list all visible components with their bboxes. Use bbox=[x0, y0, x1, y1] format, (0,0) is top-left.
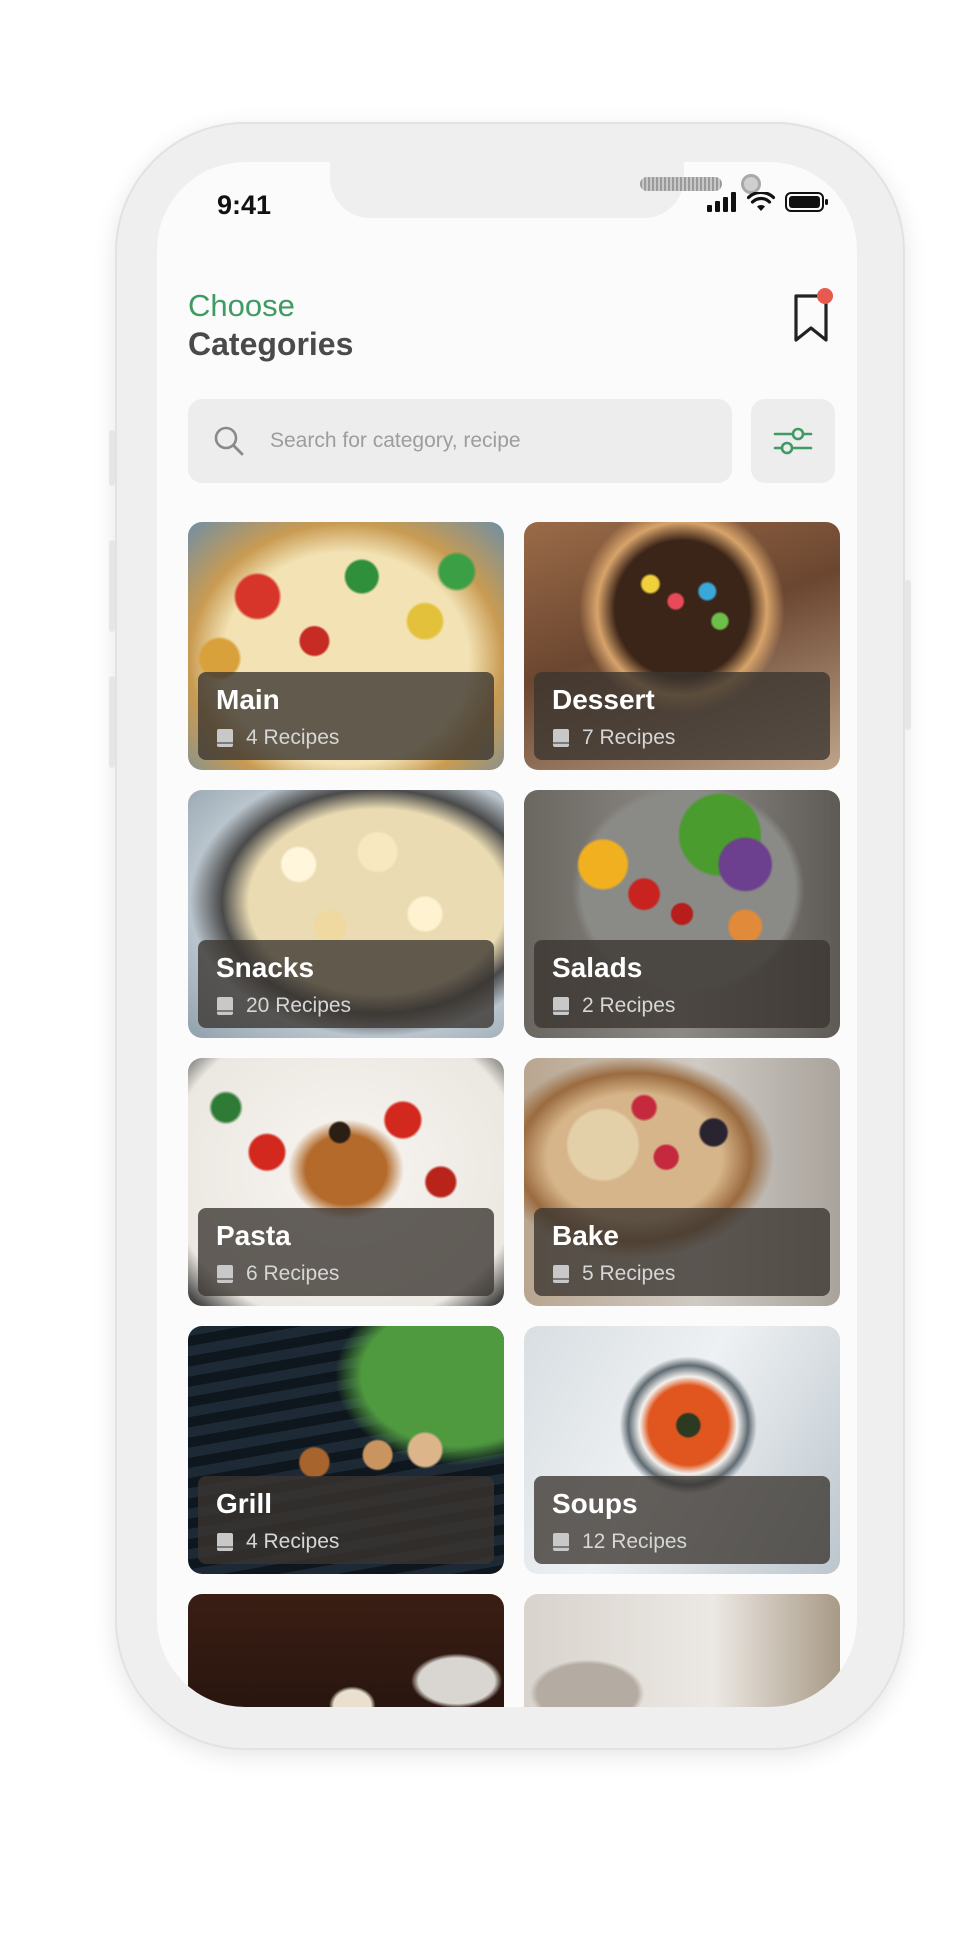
recipe-count: 20 Recipes bbox=[246, 994, 352, 1017]
category-card-pasta[interactable]: Pasta 6 Recipes bbox=[188, 1058, 504, 1306]
search-icon bbox=[214, 426, 244, 456]
category-name: Soups bbox=[552, 1488, 638, 1519]
page-title: Categories bbox=[188, 326, 354, 362]
mute-switch bbox=[109, 430, 115, 486]
book-icon bbox=[553, 1533, 569, 1551]
book-icon bbox=[217, 1533, 233, 1551]
notch bbox=[330, 162, 761, 218]
category-card-grill[interactable]: Grill 4 Recipes bbox=[188, 1326, 504, 1574]
book-icon bbox=[553, 729, 569, 747]
category-card-bake[interactable]: Bake 5 Recipes bbox=[524, 1058, 840, 1306]
card-overlay: Dessert 7 Recipes bbox=[534, 672, 830, 760]
card-overlay: Salads 2 Recipes bbox=[534, 940, 830, 1028]
search-input[interactable]: Search for category, recipe bbox=[270, 429, 521, 453]
app-screen: 9:41 Choose Categories Search for catego… bbox=[157, 162, 857, 1707]
recipe-count: 7 Recipes bbox=[582, 726, 676, 749]
cellular-signal-icon bbox=[707, 192, 736, 212]
card-overlay: Bake 5 Recipes bbox=[534, 1208, 830, 1296]
card-overlay: Main 4 Recipes bbox=[198, 672, 494, 760]
category-name: Snacks bbox=[216, 952, 315, 983]
book-icon bbox=[217, 729, 233, 747]
recipe-count: 12 Recipes bbox=[582, 1530, 688, 1553]
book-icon bbox=[553, 1265, 569, 1283]
status-icons bbox=[707, 192, 829, 212]
speaker-grille bbox=[640, 177, 722, 191]
book-icon bbox=[217, 1265, 233, 1283]
recipe-count: 4 Recipes bbox=[246, 1530, 340, 1553]
bookmarks-button[interactable] bbox=[791, 288, 833, 344]
book-icon bbox=[217, 997, 233, 1015]
category-card-dessert[interactable]: Dessert 7 Recipes bbox=[524, 522, 840, 770]
category-card-table[interactable] bbox=[524, 1594, 840, 1707]
front-camera bbox=[741, 174, 761, 194]
category-card-drinks[interactable] bbox=[188, 1594, 504, 1707]
sliders-icon bbox=[773, 427, 813, 455]
card-overlay: Soups 12 Recipes bbox=[534, 1476, 830, 1564]
recipe-count: 6 Recipes bbox=[246, 1262, 340, 1285]
search-bar[interactable]: Search for category, recipe bbox=[188, 399, 732, 483]
category-name: Main bbox=[216, 684, 280, 715]
category-card-snacks[interactable]: Snacks 20 Recipes bbox=[188, 790, 504, 1038]
volume-down-button bbox=[109, 676, 115, 768]
status-time: 9:41 bbox=[217, 190, 272, 220]
category-name: Grill bbox=[216, 1488, 273, 1519]
filter-button[interactable] bbox=[751, 399, 835, 483]
battery-icon bbox=[785, 192, 828, 212]
category-name: Pasta bbox=[216, 1220, 291, 1251]
category-card-main[interactable]: Main 4 Recipes bbox=[188, 522, 504, 770]
wifi-icon bbox=[747, 192, 775, 211]
category-card-salads[interactable]: Salads 2 Recipes bbox=[524, 790, 840, 1038]
power-button bbox=[905, 580, 911, 730]
table-photo bbox=[524, 1594, 840, 1707]
card-overlay: Snacks 20 Recipes bbox=[198, 940, 494, 1028]
drinks-photo bbox=[188, 1594, 504, 1707]
recipe-count: 4 Recipes bbox=[246, 726, 340, 749]
category-name: Bake bbox=[552, 1220, 619, 1251]
category-name: Salads bbox=[552, 952, 643, 983]
card-overlay: Pasta 6 Recipes bbox=[198, 1208, 494, 1296]
category-card-soups[interactable]: Soups 12 Recipes bbox=[524, 1326, 840, 1574]
notification-dot bbox=[817, 288, 833, 304]
category-name: Dessert bbox=[552, 684, 655, 715]
card-overlay: Grill 4 Recipes bbox=[198, 1476, 494, 1564]
recipe-count: 5 Recipes bbox=[582, 1262, 676, 1285]
header-subtitle: Choose bbox=[188, 288, 295, 323]
volume-up-button bbox=[109, 540, 115, 632]
book-icon bbox=[553, 997, 569, 1015]
recipe-count: 2 Recipes bbox=[582, 994, 676, 1017]
